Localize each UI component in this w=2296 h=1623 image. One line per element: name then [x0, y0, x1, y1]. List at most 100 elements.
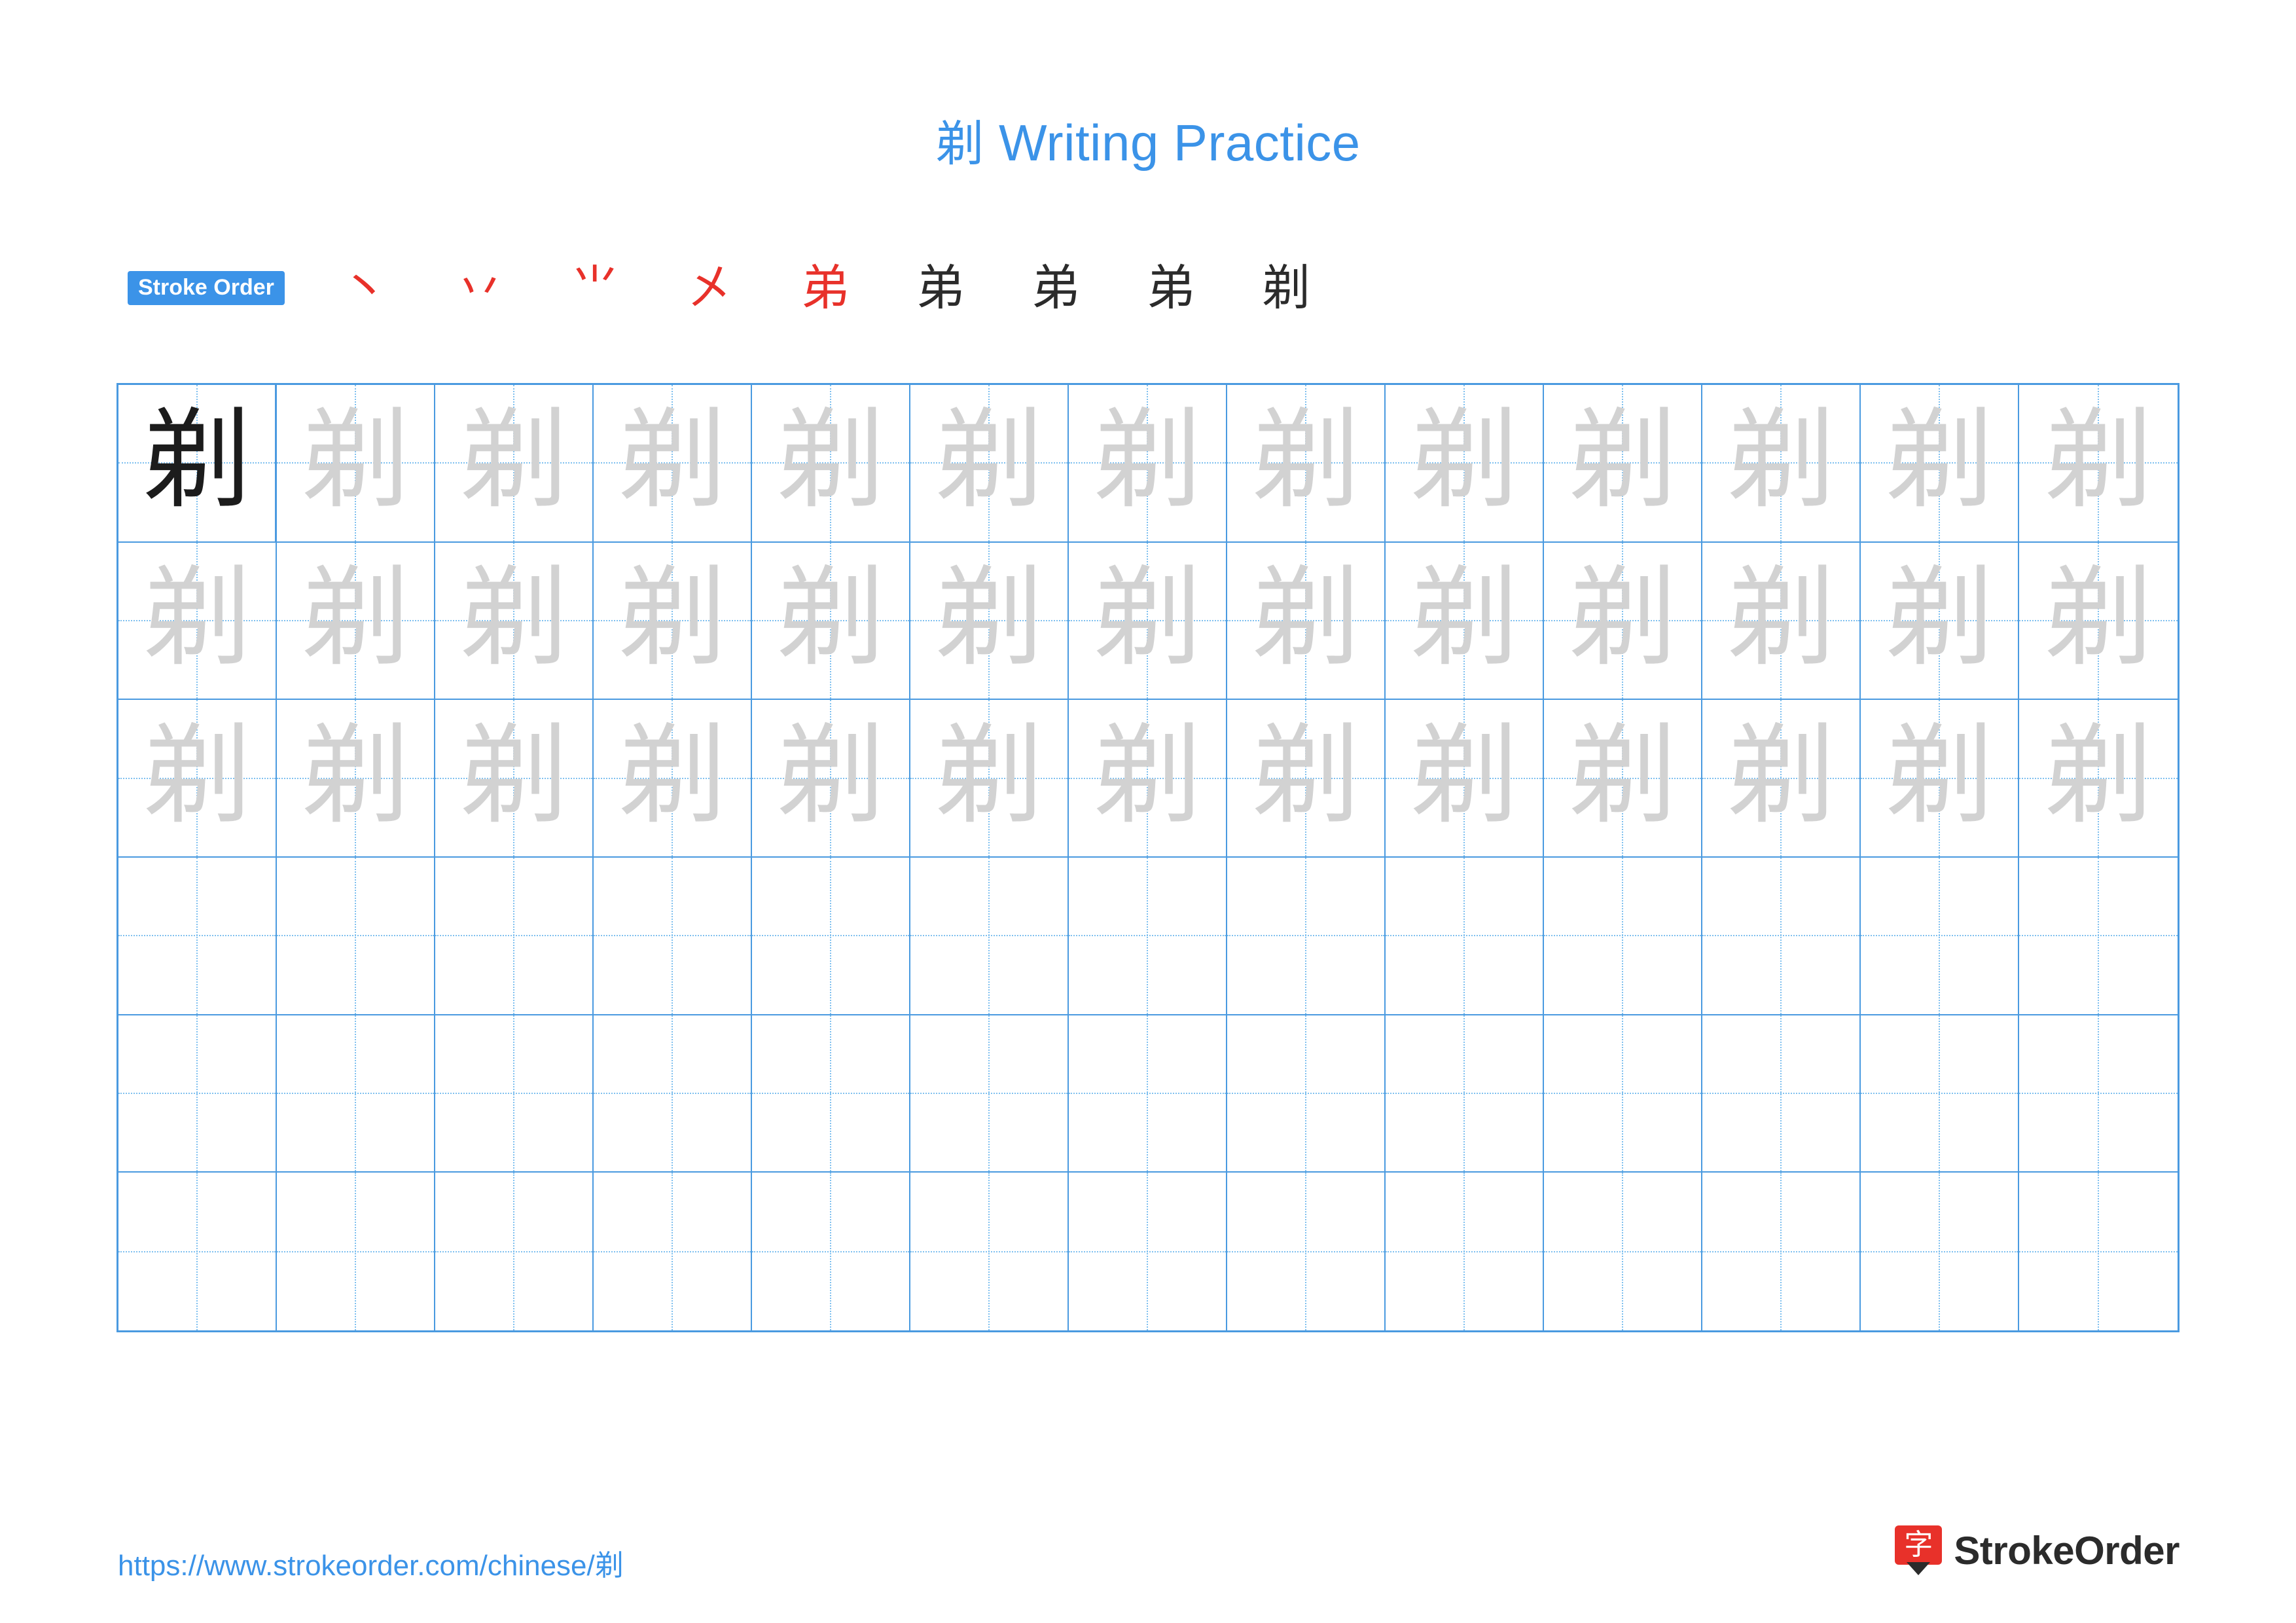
practice-cell: 剃: [752, 542, 910, 701]
trace-character: 剃: [2044, 712, 2153, 839]
trace-character: 剃: [1727, 555, 1835, 682]
practice-cell: [1544, 858, 1702, 1015]
practice-cell: 剃: [1069, 700, 1227, 858]
practice-cell: 剃: [277, 542, 435, 701]
stroke-step-7: 弟: [1031, 260, 1080, 316]
trace-character: 剃: [301, 712, 410, 839]
practice-cell: [1227, 1015, 1386, 1173]
practice-cell: 剃: [2019, 700, 2178, 858]
practice-cell: 剃: [1069, 385, 1227, 543]
trace-character: 剃: [1410, 397, 1518, 524]
practice-cell: [594, 858, 752, 1015]
practice-cell: 剃: [1861, 700, 2019, 858]
practice-cell: [1544, 1173, 1702, 1330]
practice-cell: [1544, 1015, 1702, 1173]
practice-grid: 剃剃剃剃剃剃剃剃剃剃剃剃剃剃剃剃剃剃剃剃剃剃剃剃剃剃剃剃剃剃剃剃剃剃剃剃剃剃剃: [117, 383, 2179, 1332]
practice-cell: 剃: [2019, 543, 2178, 701]
practice-cell: 剃: [1386, 542, 1544, 701]
practice-cell: 剃: [1386, 700, 1544, 858]
trace-character: 剃: [1251, 712, 1360, 839]
practice-cell: [118, 858, 277, 1015]
trace-character: 剃: [1885, 712, 1994, 839]
practice-cell: [1227, 858, 1386, 1015]
stroke-step-3: ⺌: [570, 260, 619, 316]
stroke-step-5: 弟: [800, 260, 850, 316]
model-character: 剃: [142, 397, 251, 524]
practice-cell: 剃: [277, 385, 435, 543]
trace-character: 剃: [618, 397, 726, 524]
practice-cell: [2019, 1173, 2178, 1330]
practice-cell: 剃: [594, 700, 752, 858]
practice-cell: [752, 858, 910, 1015]
practice-cell: [2019, 1015, 2178, 1173]
page-title: 剃 Writing Practice: [0, 105, 2296, 175]
trace-character: 剃: [1885, 555, 1994, 682]
practice-cell: [1702, 1015, 1861, 1173]
practice-cell: 剃: [1861, 385, 2019, 543]
practice-cell: [435, 858, 594, 1015]
trace-character: 剃: [2044, 555, 2153, 682]
practice-cell: [752, 1015, 910, 1173]
trace-character: 剃: [1251, 555, 1360, 682]
trace-character: 剃: [1093, 712, 1202, 839]
practice-cell: [277, 1015, 435, 1173]
stroke-order-section: Stroke Order 丶 丷 ⺌ 㐅 弟 弟 弟 弟 剃: [128, 249, 1344, 327]
practice-cell: 剃: [1227, 700, 1386, 858]
practice-cell: [1702, 858, 1861, 1015]
practice-cell: 剃: [1544, 385, 1702, 543]
practice-cell: 剃: [752, 700, 910, 858]
practice-cell: [1386, 858, 1544, 1015]
practice-cell: [594, 1173, 752, 1330]
trace-character: 剃: [1568, 555, 1677, 682]
trace-character: 剃: [776, 397, 885, 524]
practice-cell: [1861, 1173, 2019, 1330]
practice-cell: 剃: [910, 385, 1069, 543]
practice-cell: [1386, 1015, 1544, 1173]
practice-cell: 剃: [1227, 542, 1386, 701]
practice-cell: 剃: [2019, 385, 2178, 543]
practice-cell: 剃: [118, 700, 277, 858]
trace-character: 剃: [1251, 397, 1360, 524]
stroke-step-1: 丶: [340, 260, 389, 316]
practice-cell: [435, 1173, 594, 1330]
page-title-character: 剃: [935, 116, 984, 172]
trace-character: 剃: [1093, 397, 1202, 524]
practice-cell: [1702, 1173, 1861, 1330]
practice-cell: [1386, 1173, 1544, 1330]
trace-character: 剃: [1410, 712, 1518, 839]
practice-cell: [118, 1173, 277, 1330]
trace-character: 剃: [935, 712, 1043, 839]
page-title-suffix: Writing Practice: [984, 114, 1361, 172]
trace-character: 剃: [618, 712, 726, 839]
strokeorder-logo-icon: 字: [1895, 1525, 1943, 1575]
practice-cell: [1069, 858, 1227, 1015]
practice-cell: [118, 1015, 277, 1173]
brand-name: StrokeOrder: [1954, 1528, 2179, 1573]
practice-cell: 剃: [594, 385, 752, 543]
trace-character: 剃: [1727, 712, 1835, 839]
practice-cell: 剃: [910, 542, 1069, 701]
practice-cell: [1861, 858, 2019, 1015]
footer-url[interactable]: https://www.strokeorder.com/chinese/剃: [118, 1542, 624, 1584]
practice-cell: 剃: [1702, 542, 1861, 701]
stroke-order-badge: Stroke Order: [128, 271, 285, 305]
practice-cell: 剃: [118, 385, 277, 543]
trace-character: 剃: [1885, 397, 1994, 524]
practice-cell: 剃: [1702, 700, 1861, 858]
practice-cell: 剃: [594, 542, 752, 701]
stroke-order-steps: 丶 丷 ⺌ 㐅 弟 弟 弟 弟 剃: [307, 264, 1344, 312]
practice-cell: 剃: [1544, 700, 1702, 858]
practice-cell: 剃: [1544, 542, 1702, 701]
trace-character: 剃: [776, 712, 885, 839]
practice-cell: [910, 1173, 1069, 1330]
practice-cell: [435, 1015, 594, 1173]
trace-character: 剃: [2044, 397, 2153, 524]
practice-cell: 剃: [435, 542, 594, 701]
trace-character: 剃: [1568, 397, 1677, 524]
stroke-step-4: 㐅: [685, 260, 734, 316]
trace-character: 剃: [459, 397, 568, 524]
trace-character: 剃: [459, 555, 568, 682]
practice-cell: [752, 1173, 910, 1330]
trace-character: 剃: [1410, 555, 1518, 682]
trace-character: 剃: [1568, 712, 1677, 839]
